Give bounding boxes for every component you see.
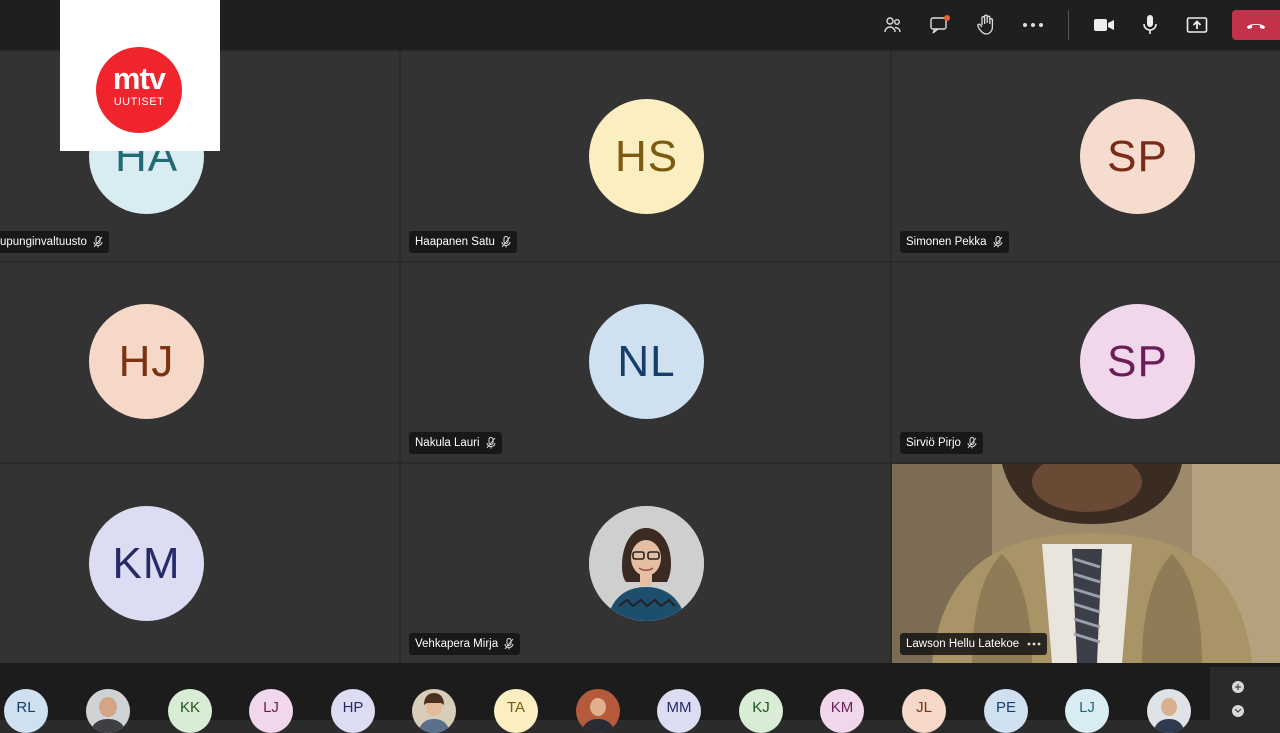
- mic-icon[interactable]: [1135, 10, 1165, 40]
- mini-avatar[interactable]: PE: [984, 689, 1028, 733]
- participant-tile[interactable]: SP Simonen Pekka: [892, 52, 1280, 261]
- mic-muted-icon: [504, 638, 514, 650]
- participant-tile[interactable]: Vehkapera Mirja: [401, 464, 890, 663]
- participant-name: Lawson Hellu Latekoe: [906, 638, 1020, 650]
- avatar-initials: HJ: [118, 336, 175, 386]
- avatar-initials: NL: [617, 336, 676, 386]
- avatar-initials: SP: [1107, 336, 1168, 386]
- participant-tile[interactable]: NL Nakula Lauri: [401, 263, 890, 462]
- people-icon[interactable]: [878, 10, 908, 40]
- mini-photo[interactable]: [86, 689, 130, 733]
- participant-tile[interactable]: KM: [0, 464, 399, 663]
- camera-icon[interactable]: [1089, 10, 1119, 40]
- mini-avatar[interactable]: JL: [902, 689, 946, 733]
- mic-muted-icon: [993, 236, 1003, 248]
- mini-initials: PE: [995, 699, 1016, 716]
- mini-avatar[interactable]: KM: [820, 689, 864, 733]
- participant-tile[interactable]: HJ: [0, 263, 399, 462]
- chat-icon[interactable]: [925, 10, 955, 40]
- participant-name: upunginvaltuusto: [0, 236, 87, 248]
- strip-nav-icons[interactable]: [1210, 667, 1280, 720]
- raise-hand-icon[interactable]: [971, 10, 1001, 40]
- mini-initials: KM: [830, 699, 854, 716]
- mini-initials: RL: [16, 699, 36, 716]
- mini-initials: LJ: [263, 699, 279, 716]
- mini-avatar[interactable]: LJ: [1065, 689, 1109, 733]
- mini-initials: TA: [506, 699, 526, 716]
- mini-initials: KJ: [752, 699, 770, 716]
- participant-name-tag: Sirviö Pirjo: [900, 432, 983, 454]
- mini-avatar[interactable]: RL: [4, 689, 48, 733]
- person-photo-icon: [1147, 689, 1191, 733]
- mini-avatar[interactable]: TA: [494, 689, 538, 733]
- participant-name-tag: upunginvaltuusto: [0, 231, 109, 253]
- mic-muted-icon: [93, 236, 103, 248]
- mic-muted-icon: [501, 236, 511, 248]
- participant-avatar: SP: [1080, 99, 1195, 214]
- participant-name-tag: Nakula Lauri: [409, 432, 502, 454]
- avatar-initials: SP: [1107, 131, 1168, 181]
- participant-avatar: HS: [589, 99, 704, 214]
- logo-main-text: mtv: [112, 61, 166, 96]
- participant-name-tag: Lawson Hellu Latekoe: [900, 633, 1048, 655]
- mini-initials: MM: [666, 699, 692, 716]
- person-photo-icon: [86, 689, 130, 733]
- mini-avatar[interactable]: KK: [168, 689, 212, 733]
- logo-badge: mtv UUTISET: [96, 47, 182, 133]
- mini-photo[interactable]: [412, 689, 456, 733]
- mic-muted-icon: [486, 437, 496, 449]
- person-photo-icon: [589, 506, 704, 621]
- avatar-initials: HS: [614, 131, 679, 181]
- participant-name: Vehkapera Mirja: [415, 638, 499, 650]
- participant-strip: RL KK LJ HP TA MM KJ KM JL PE LJ: [0, 663, 1280, 733]
- more-icon[interactable]: [1018, 10, 1048, 40]
- participant-avatar: HJ: [89, 304, 204, 419]
- mini-initials: LJ: [1079, 699, 1095, 716]
- avatar-initials: KM: [112, 538, 181, 588]
- mic-muted-icon: [967, 437, 977, 449]
- mini-photo[interactable]: [1147, 689, 1191, 733]
- participant-photo: [589, 506, 704, 621]
- mtv-uutiset-logo: mtv UUTISET: [60, 0, 220, 151]
- chat-badge: [944, 15, 950, 21]
- mini-avatar[interactable]: HP: [331, 689, 375, 733]
- participant-tile[interactable]: SP Sirviö Pirjo: [892, 263, 1280, 462]
- person-photo-icon: [576, 689, 620, 733]
- mini-initials: JL: [916, 699, 932, 716]
- more-options-icon[interactable]: [1027, 642, 1041, 646]
- participant-video-tile[interactable]: Lawson Hellu Latekoe: [892, 464, 1280, 663]
- participant-tile[interactable]: HS Haapanen Satu: [401, 52, 890, 261]
- leave-icon: [1247, 24, 1265, 29]
- participant-name-tag: Simonen Pekka: [900, 231, 1009, 253]
- mini-initials: HP: [342, 699, 364, 716]
- participant-avatar: NL: [589, 304, 704, 419]
- strip-controls: [1210, 667, 1280, 720]
- mini-initials: KK: [179, 699, 200, 716]
- logo-sub-text: UUTISET: [113, 96, 165, 108]
- participant-avatar: SP: [1080, 304, 1195, 419]
- toolbar-divider: [1068, 10, 1069, 40]
- mini-avatar[interactable]: LJ: [249, 689, 293, 733]
- leave-button[interactable]: [1232, 10, 1280, 40]
- participant-name-tag: Haapanen Satu: [409, 231, 517, 253]
- participant-name-tag: Vehkapera Mirja: [409, 633, 521, 655]
- mini-photo[interactable]: [576, 689, 620, 733]
- share-icon[interactable]: [1182, 10, 1212, 40]
- mini-avatar[interactable]: MM: [657, 689, 701, 733]
- participant-name: Haapanen Satu: [415, 236, 495, 248]
- participant-name: Sirviö Pirjo: [906, 437, 961, 449]
- person-photo-icon: [412, 689, 456, 733]
- participant-name: Simonen Pekka: [906, 236, 987, 248]
- participant-avatar: KM: [89, 506, 204, 621]
- participant-name: Nakula Lauri: [415, 437, 480, 449]
- mini-avatar[interactable]: KJ: [739, 689, 783, 733]
